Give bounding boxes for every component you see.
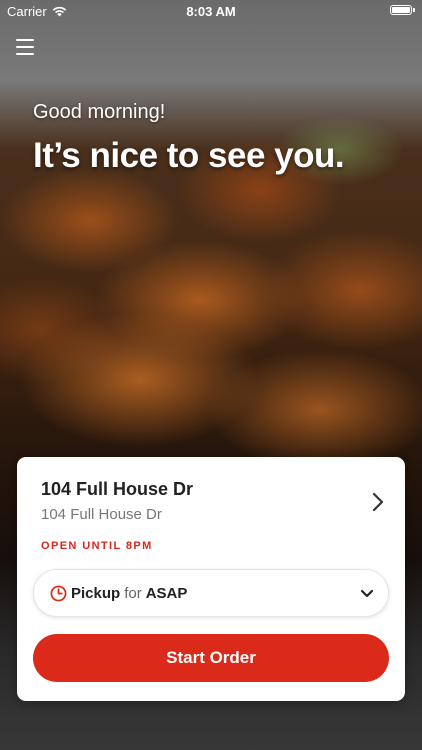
status-time: 8:03 AM [186,4,236,19]
hamburger-menu-icon[interactable] [16,39,34,55]
menu-line [16,46,34,48]
store-card: 104 Full House Dr 104 Full House Dr OPEN… [17,457,405,701]
menu-line [16,53,34,55]
welcome-headline: It’s nice to see you. [33,136,345,175]
store-selector[interactable]: 104 Full House Dr 104 Full House Dr [41,479,385,525]
pickup-mode: Pickup [71,584,121,602]
greeting-text: Good morning! [33,101,166,123]
pickup-time: ASAP [145,584,188,602]
pickup-connector: for [124,584,142,602]
menu-line [16,39,34,41]
pickup-time-selector[interactable]: Pickup for ASAP [33,569,389,617]
start-order-button[interactable]: Start Order [33,634,389,682]
battery-icon [390,5,415,15]
clock-icon [50,585,67,601]
store-address: 104 Full House Dr [41,506,162,523]
store-name: 104 Full House Dr [41,479,194,499]
pickup-summary: Pickup for ASAP [71,585,360,602]
chevron-right-icon [372,492,384,512]
store-hours-status: OPEN UNTIL 8PM [41,540,153,552]
chevron-down-icon [360,589,374,597]
status-bar: Carrier 8:03 AM [0,0,422,22]
